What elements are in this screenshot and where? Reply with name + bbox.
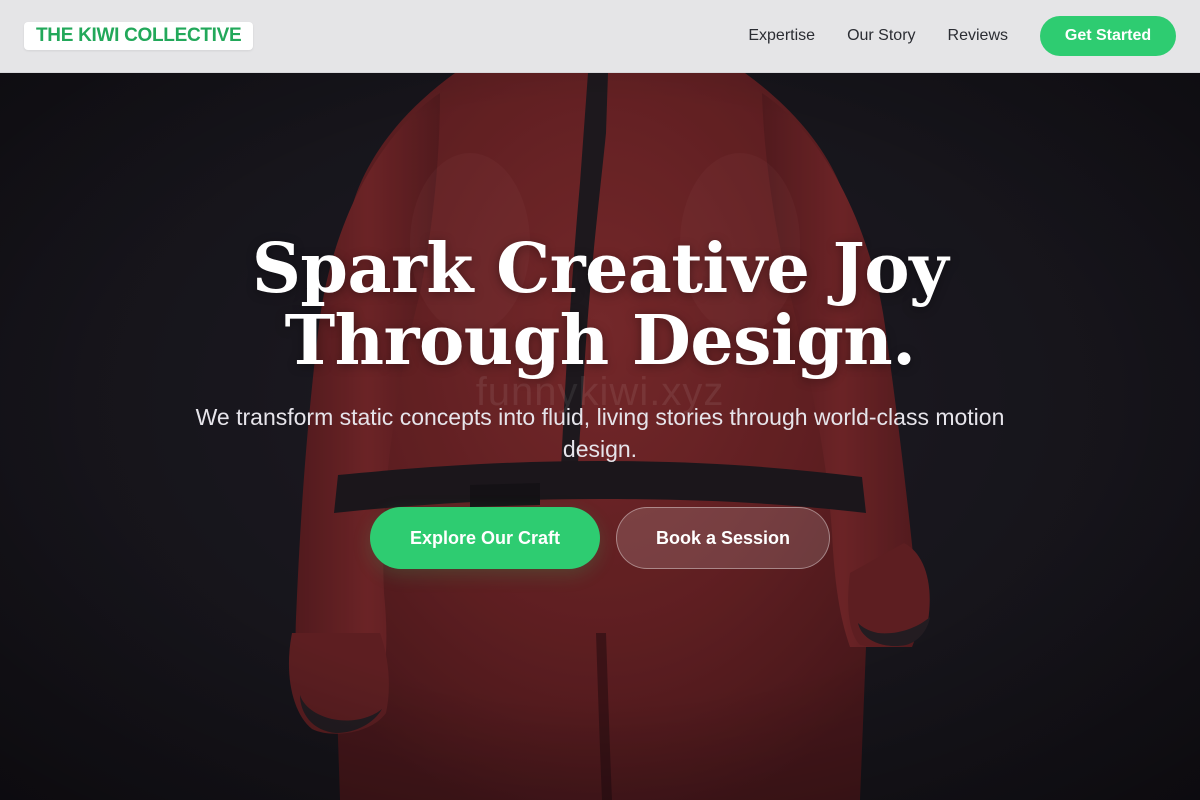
main-nav: Expertise Our Story Reviews Get Started — [748, 16, 1176, 56]
hero-title-line-2: Through Design. — [284, 301, 916, 381]
site-logo[interactable]: THE KIWI COLLECTIVE — [24, 22, 254, 50]
nav-link-reviews[interactable]: Reviews — [948, 27, 1008, 45]
nav-link-expertise[interactable]: Expertise — [748, 27, 815, 45]
get-started-button[interactable]: Get Started — [1040, 16, 1176, 56]
explore-craft-button[interactable]: Explore Our Craft — [370, 507, 600, 569]
book-session-button[interactable]: Book a Session — [616, 507, 830, 569]
hero-title: Spark Creative Joy Through Design. — [150, 233, 1050, 377]
hero-subtitle: We transform static concepts into fluid,… — [195, 404, 1005, 462]
hero-section: funnykiwi.xyz Spark Creative Joy Through… — [0, 73, 1200, 800]
hero-title-line-1: Spark Creative Joy — [251, 229, 949, 309]
hero-content: Spark Creative Joy Through Design. We tr… — [0, 233, 1200, 569]
site-header: THE KIWI COLLECTIVE Expertise Our Story … — [0, 0, 1200, 73]
hero-actions: Explore Our Craft Book a Session — [0, 507, 1200, 569]
nav-link-our-story[interactable]: Our Story — [847, 27, 915, 45]
